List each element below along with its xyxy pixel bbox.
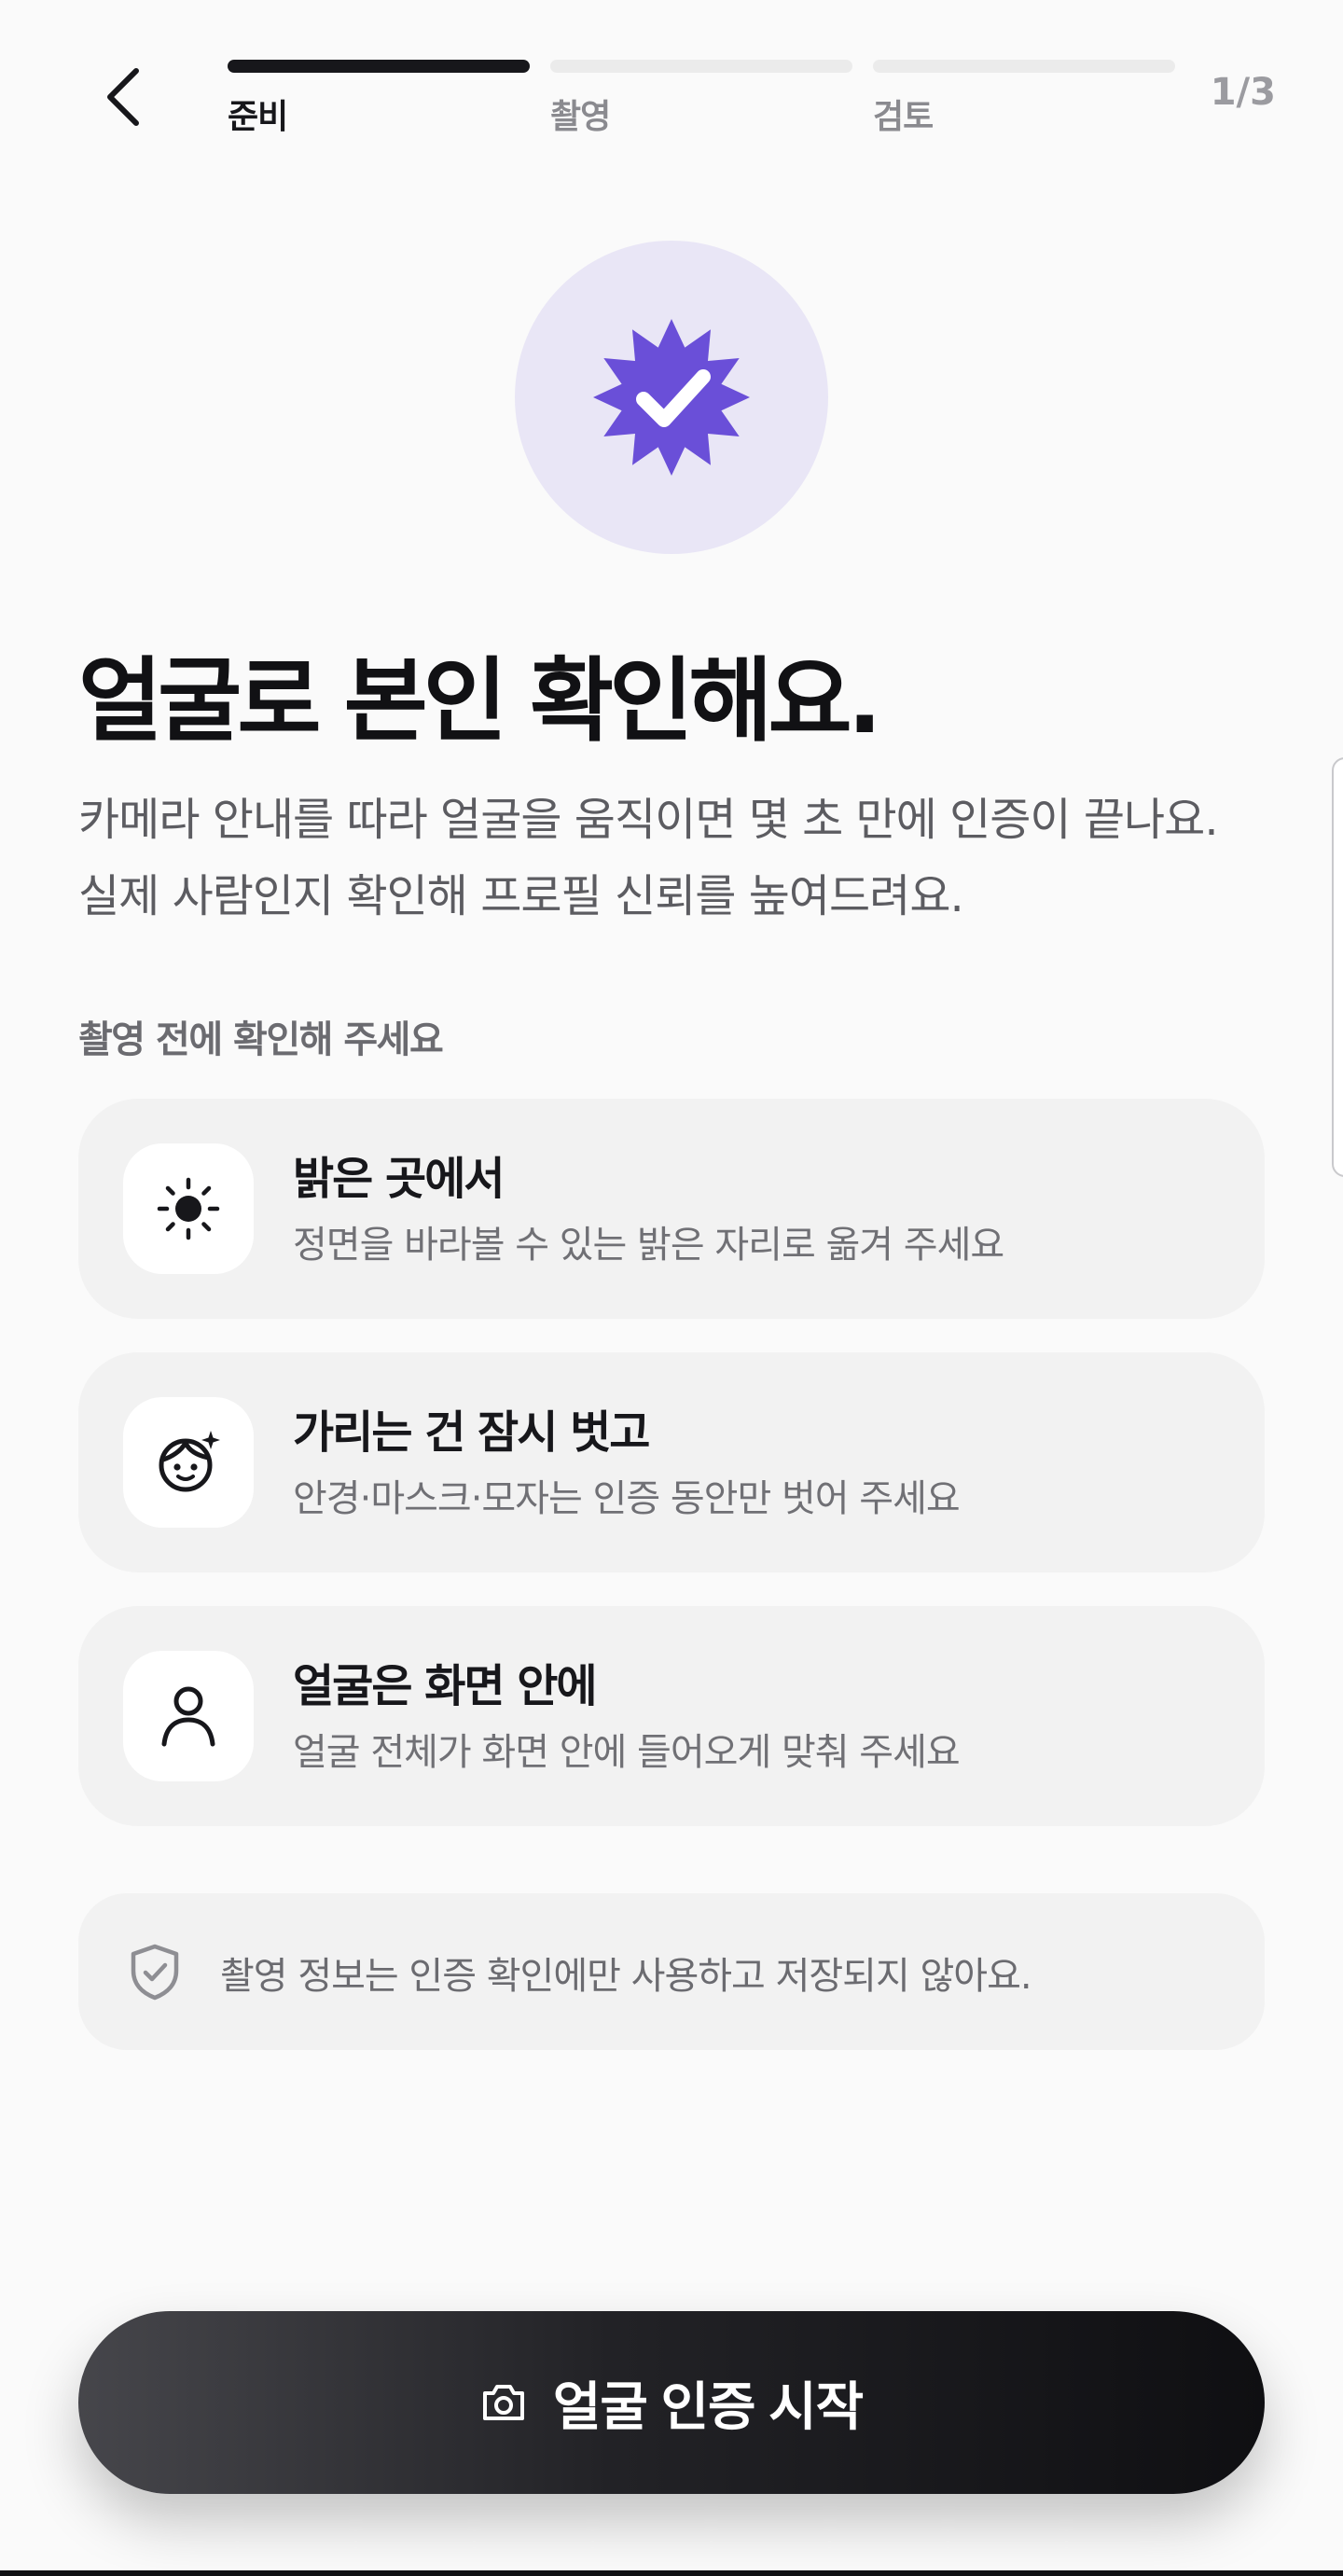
bottom-edge (0, 2570, 1343, 2576)
page-title: 얼굴로 본인 확인해요. (78, 648, 882, 755)
camera-icon (482, 2385, 524, 2420)
progress-stepper: 준비 촬영 검토 (228, 60, 1175, 144)
step-bar (550, 60, 852, 73)
checklist-item-subtitle: 정면을 바라볼 수 있는 밝은 자리로 옮겨 주세요 (293, 1224, 1004, 1267)
step-bar (873, 60, 1175, 73)
face-sparkle-icon (159, 1431, 220, 1492)
checklist-item-subtitle: 안경·마스크·모자는 인증 동안만 벗어 주세요 (293, 1477, 961, 1520)
privacy-notice: 촬영 정보는 인증 확인에만 사용하고 저장되지 않아요. (78, 1893, 1265, 2050)
checklist-item-face-in-frame: 얼굴은 화면 안에 얼굴 전체가 화면 안에 들어오게 맞춰 주세요 (78, 1606, 1265, 1826)
step-label: 준비 (228, 98, 288, 136)
step-capture: 촬영 (550, 60, 852, 138)
checklist-item-title: 밝은 곳에서 (293, 1153, 505, 1205)
side-scroll-handle[interactable] (1332, 757, 1343, 1177)
step-bar (228, 60, 530, 73)
sun-icon (157, 1177, 220, 1240)
step-review: 검토 (873, 60, 1175, 138)
privacy-notice-text: 촬영 정보는 인증 확인에만 사용하고 저장되지 않아요. (220, 1955, 1032, 1998)
step-label: 촬영 (550, 98, 611, 136)
back-button[interactable] (90, 56, 157, 138)
step-label: 검토 (873, 98, 934, 136)
chevron-left-icon (107, 68, 139, 126)
shield-check-icon (131, 1944, 179, 2001)
icon-container (123, 1143, 254, 1274)
cta-label: 얼굴 인증 시작 (552, 2376, 864, 2436)
checklist-heading: 촬영 전에 확인해 주세요 (78, 1018, 444, 1061)
icon-container (123, 1651, 254, 1781)
checklist-item-subtitle: 얼굴 전체가 화면 안에 들어오게 맞춰 주세요 (293, 1731, 961, 1774)
checklist-item-title: 얼굴은 화면 안에 (293, 1660, 598, 1712)
checklist-item-bright-place: 밝은 곳에서 정면을 바라볼 수 있는 밝은 자리로 옮겨 주세요 (78, 1099, 1265, 1319)
start-face-verification-button[interactable]: 얼굴 인증 시작 (78, 2311, 1265, 2494)
verified-badge-icon (593, 319, 750, 476)
person-icon (161, 1686, 215, 1747)
step-prepare: 준비 (228, 60, 530, 138)
page-description: 카메라 안내를 따라 얼굴을 움직이면 몇 초 만에 인증이 끝나요. 실제 사… (78, 794, 1219, 922)
checklist-item-title: 가리는 건 잠시 벗고 (293, 1406, 650, 1459)
hero-badge (515, 241, 828, 554)
icon-container (123, 1397, 254, 1528)
step-counter: 1/3 (1210, 71, 1276, 114)
checklist-item-remove-cover: 가리는 건 잠시 벗고 안경·마스크·모자는 인증 동안만 벗어 주세요 (78, 1352, 1265, 1572)
verification-prep-screen: 준비 촬영 검토 1/3 얼굴로 본인 확인해요. 카메라 안내를 따라 얼굴을… (0, 0, 1343, 2576)
